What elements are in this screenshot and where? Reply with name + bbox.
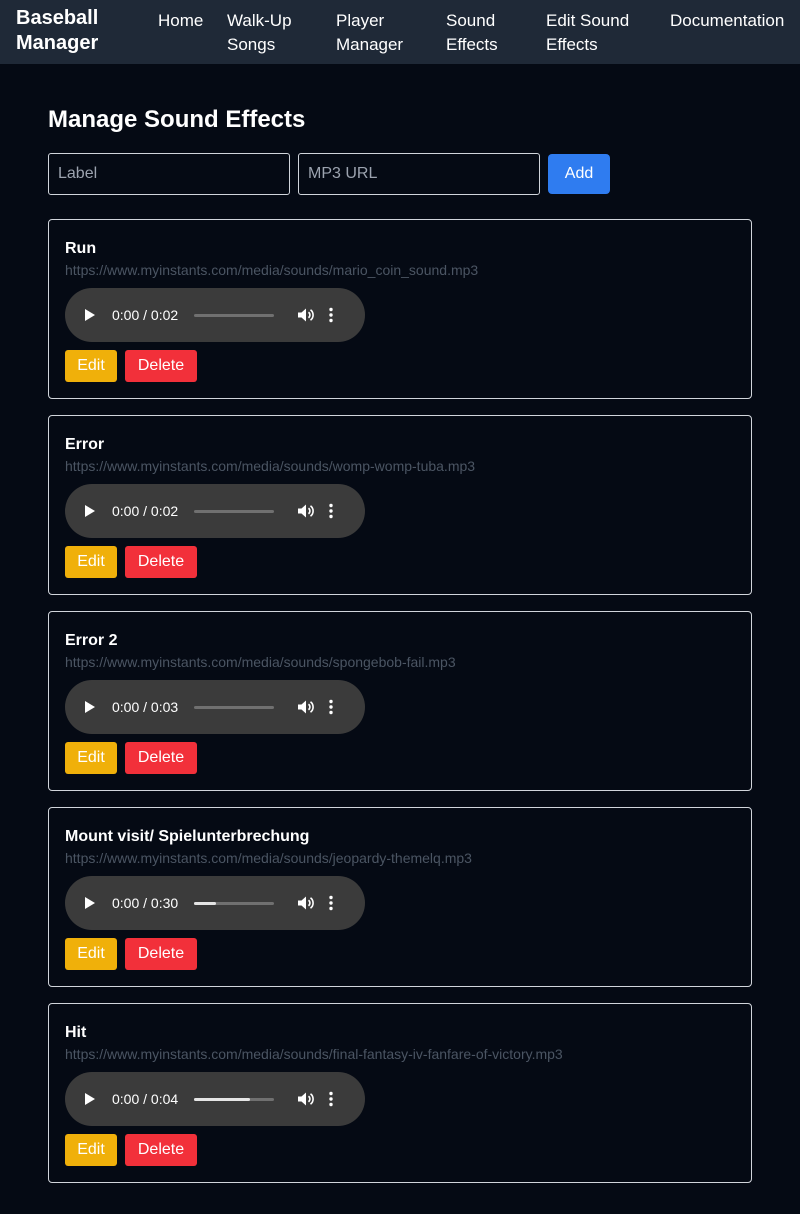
audio-player: 0:00 / 0:03: [65, 680, 365, 734]
mp3-url-input[interactable]: [298, 153, 540, 195]
nav-link-edit-sound-effects[interactable]: Edit Sound Effects: [546, 9, 629, 57]
audio-time: 0:00 / 0:02: [112, 307, 179, 323]
edit-button[interactable]: Edit: [65, 938, 117, 970]
audio-time: 0:00 / 0:30: [112, 895, 179, 911]
delete-button[interactable]: Delete: [125, 546, 197, 578]
delete-button[interactable]: Delete: [125, 938, 197, 970]
volume-icon[interactable]: [297, 895, 315, 911]
more-options-icon[interactable]: [329, 895, 333, 911]
delete-button[interactable]: Delete: [125, 350, 197, 382]
play-icon[interactable]: [85, 505, 95, 517]
add-sound-form: Add: [48, 153, 752, 195]
play-icon[interactable]: [85, 1093, 95, 1105]
nav-link-player-manager[interactable]: Player Manager: [336, 9, 403, 57]
sound-effect-url: https://www.myinstants.com/media/sounds/…: [65, 654, 456, 670]
nav-link-home[interactable]: Home: [158, 9, 203, 33]
sound-effect-url: https://www.myinstants.com/media/sounds/…: [65, 262, 479, 278]
sound-effect-card: Error 2 https://www.myinstants.com/media…: [48, 611, 752, 791]
card-actions: Edit Delete: [65, 938, 735, 970]
navbar: Baseball Manager Home Walk-Up Songs Play…: [0, 0, 800, 64]
audio-player: 0:00 / 0:30: [65, 876, 365, 930]
volume-icon[interactable]: [297, 503, 315, 519]
audio-progress-fill: [194, 901, 216, 905]
audio-progress-bar[interactable]: [194, 1097, 274, 1101]
delete-button[interactable]: Delete: [125, 1134, 197, 1166]
audio-player: 0:00 / 0:04: [65, 1072, 365, 1126]
card-actions: Edit Delete: [65, 1134, 735, 1166]
play-icon[interactable]: [85, 701, 95, 713]
sound-effect-label: Mount visit/ Spielunterbrechung: [65, 828, 310, 845]
more-options-icon[interactable]: [329, 307, 333, 323]
audio-player: 0:00 / 0:02: [65, 288, 365, 342]
sound-effect-card: Error https://www.myinstants.com/media/s…: [48, 415, 752, 595]
card-actions: Edit Delete: [65, 546, 735, 578]
sound-effect-label: Run: [65, 240, 97, 257]
volume-icon[interactable]: [297, 307, 315, 323]
edit-button[interactable]: Edit: [65, 742, 117, 774]
play-icon[interactable]: [85, 309, 95, 321]
card-actions: Edit Delete: [65, 742, 735, 774]
main-content: Manage Sound Effects Add Run https://www…: [48, 64, 752, 1199]
brand-logo[interactable]: Baseball Manager: [16, 6, 136, 56]
audio-time: 0:00 / 0:03: [112, 699, 179, 715]
sound-effect-label: Error 2: [65, 632, 118, 649]
more-options-icon[interactable]: [329, 699, 333, 715]
sound-effect-label: Error: [65, 436, 105, 453]
add-button[interactable]: Add: [548, 154, 610, 194]
audio-time: 0:00 / 0:04: [112, 1091, 179, 1107]
more-options-icon[interactable]: [329, 1091, 333, 1107]
sound-effect-list: Run https://www.myinstants.com/media/sou…: [48, 219, 752, 1183]
sound-effect-card: Run https://www.myinstants.com/media/sou…: [48, 219, 752, 399]
audio-progress-bar[interactable]: [194, 901, 274, 905]
nav-link-sound-effects[interactable]: Sound Effects: [446, 9, 498, 57]
volume-icon[interactable]: [297, 699, 315, 715]
audio-progress-bar[interactable]: [194, 313, 274, 317]
sound-effect-label: Hit: [65, 1024, 87, 1041]
nav-link-walk-up-songs[interactable]: Walk-Up Songs: [227, 9, 292, 57]
nav-link-documentation[interactable]: Documentation: [670, 9, 784, 33]
audio-time: 0:00 / 0:02: [112, 503, 179, 519]
sound-effect-card: Mount visit/ Spielunterbrechung https://…: [48, 807, 752, 987]
card-actions: Edit Delete: [65, 350, 735, 382]
edit-button[interactable]: Edit: [65, 1134, 117, 1166]
audio-progress-fill: [194, 1097, 250, 1101]
sound-effect-card: Hit https://www.myinstants.com/media/sou…: [48, 1003, 752, 1183]
delete-button[interactable]: Delete: [125, 742, 197, 774]
sound-effect-url: https://www.myinstants.com/media/sounds/…: [65, 458, 476, 474]
edit-button[interactable]: Edit: [65, 350, 117, 382]
label-input[interactable]: [48, 153, 290, 195]
volume-icon[interactable]: [297, 1091, 315, 1107]
audio-player: 0:00 / 0:02: [65, 484, 365, 538]
audio-progress-bar[interactable]: [194, 705, 274, 709]
sound-effect-url: https://www.myinstants.com/media/sounds/…: [65, 1046, 563, 1062]
play-icon[interactable]: [85, 897, 95, 909]
audio-progress-bar[interactable]: [194, 509, 274, 513]
sound-effect-url: https://www.myinstants.com/media/sounds/…: [65, 850, 472, 866]
more-options-icon[interactable]: [329, 503, 333, 519]
edit-button[interactable]: Edit: [65, 546, 117, 578]
page-title: Manage Sound Effects: [48, 106, 306, 133]
